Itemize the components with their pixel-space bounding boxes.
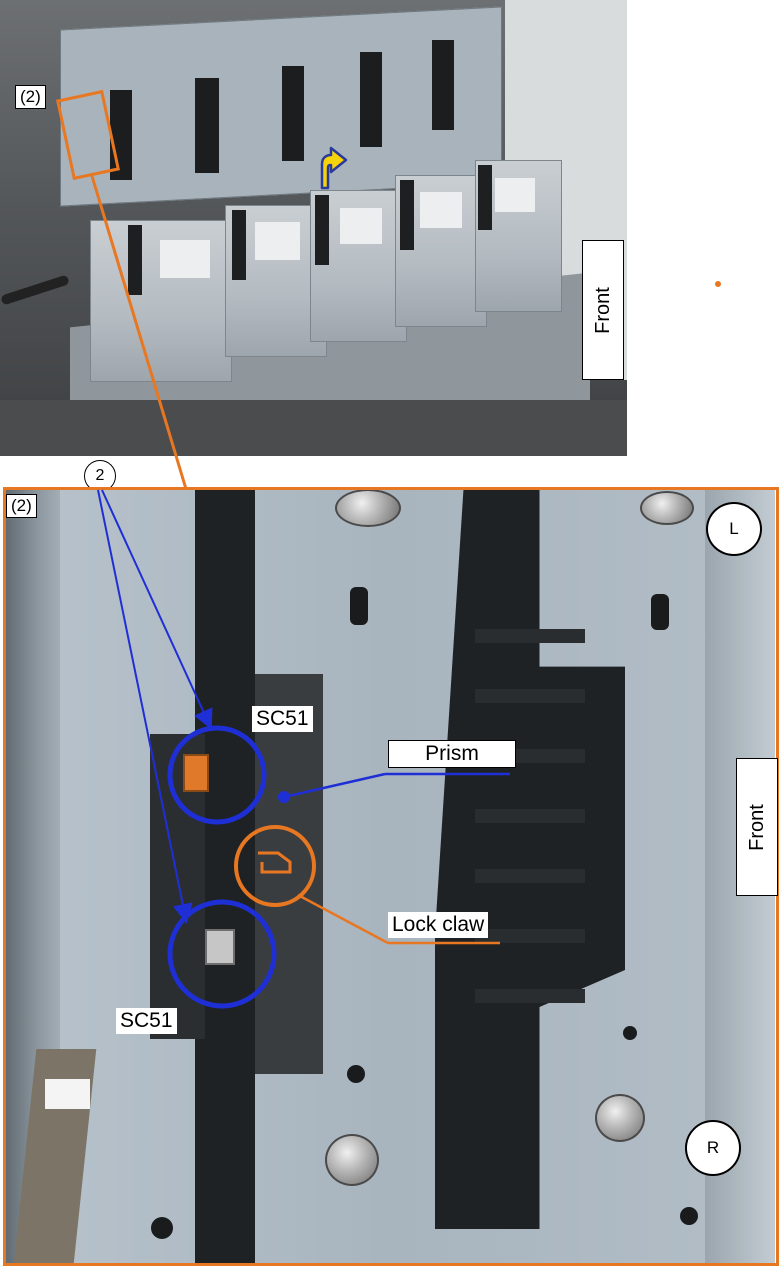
sc51-highlight-top: [167, 725, 267, 825]
lock-claw-highlight: [234, 825, 316, 907]
sc51-label-top: SC51: [252, 706, 313, 732]
lock-claw-pointer-line: [297, 893, 389, 945]
prism-label: Prism: [388, 740, 516, 768]
pointer-arrow-top: [101, 489, 213, 730]
sc51-label-bottom: SC51: [116, 1008, 177, 1034]
annotation-overlay: [97, 489, 510, 1009]
prism-pointer-line: [283, 772, 386, 799]
pointer-arrow-bottom: [97, 489, 193, 924]
lock-claw-icon: [258, 851, 292, 874]
sc51-highlight-bottom: [167, 899, 277, 1009]
lock-claw-label: Lock claw: [388, 912, 489, 938]
